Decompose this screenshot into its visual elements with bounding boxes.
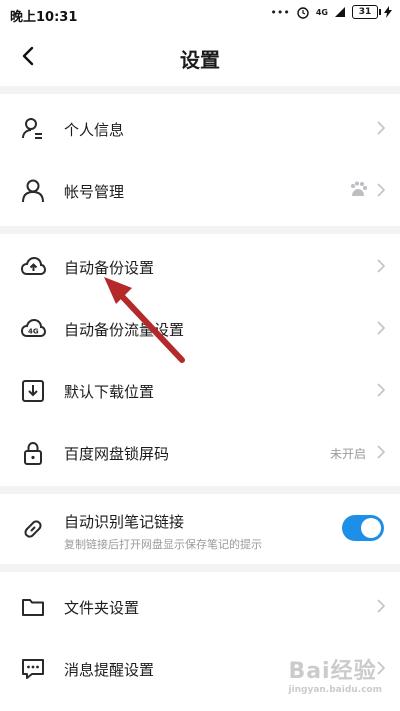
watermark-url: jingyan.baidu.com xyxy=(288,685,382,695)
chevron-right-icon xyxy=(377,599,386,613)
app-header: 设置 xyxy=(0,28,400,86)
more-dots-icon: ••• xyxy=(270,5,290,19)
row-personal-info[interactable]: 个人信息 xyxy=(0,98,400,160)
watermark-text: Bai经验 xyxy=(288,659,377,684)
user-icon xyxy=(22,179,44,203)
chevron-right-icon xyxy=(377,183,386,197)
row-label: 自动备份设置 xyxy=(64,259,155,277)
signal-icon xyxy=(335,7,345,17)
row-label: 帐号管理 xyxy=(64,183,125,201)
link-icon xyxy=(24,520,42,538)
settings-group-notes: 自动识别笔记链接 复制链接后打开网盘显示保存笔记的提示 xyxy=(0,494,400,564)
row-label: 文件夹设置 xyxy=(64,599,140,617)
user-info-icon xyxy=(22,118,42,139)
row-lock-code[interactable]: 百度网盘锁屏码 未开启 xyxy=(0,422,400,484)
chevron-right-icon xyxy=(377,259,386,273)
row-label: 自动识别笔记链接 xyxy=(64,513,185,531)
status-icons: ••• 4G 31 xyxy=(270,5,392,19)
folder-icon xyxy=(22,599,44,616)
section-divider xyxy=(0,486,400,494)
row-label: 百度网盘锁屏码 xyxy=(64,445,170,463)
section-divider xyxy=(0,226,400,234)
note-link-toggle[interactable] xyxy=(342,515,384,541)
status-time: 晚上10:31 xyxy=(10,10,78,25)
cloud-4g-icon: 4G xyxy=(20,318,46,337)
toggle-knob xyxy=(361,518,381,538)
settings-group-account: 个人信息 帐号管理 xyxy=(0,94,400,226)
row-account-management[interactable]: 帐号管理 xyxy=(0,160,400,222)
page-title: 设置 xyxy=(180,48,220,72)
section-divider xyxy=(0,86,400,94)
message-icon xyxy=(22,659,44,679)
battery-icon: 31 xyxy=(352,5,381,19)
chevron-right-icon xyxy=(377,321,386,335)
row-label: 默认下载位置 xyxy=(64,383,155,401)
chevron-right-icon xyxy=(377,383,386,397)
row-folder-settings[interactable]: 文件夹设置 xyxy=(0,576,400,638)
row-note-link: 自动识别笔记链接 复制链接后打开网盘显示保存笔记的提示 xyxy=(0,498,400,560)
row-sublabel: 复制链接后打开网盘显示保存笔记的提示 xyxy=(64,538,262,551)
lock-icon xyxy=(24,441,42,465)
svg-text:4G: 4G xyxy=(28,328,39,336)
section-divider xyxy=(0,564,400,572)
alarm-icon xyxy=(297,7,309,19)
network-type: 4G xyxy=(315,7,328,17)
settings-group-storage: 自动备份设置 4G 自动备份流量设置 默认下载位置 百度网盘锁屏码 未开启 xyxy=(0,234,400,486)
row-label: 个人信息 xyxy=(64,121,125,139)
status-bar: 晚上10:31 ••• 4G 31 xyxy=(0,0,400,28)
row-auto-backup[interactable]: 自动备份设置 xyxy=(0,236,400,298)
row-default-download[interactable]: 默认下载位置 xyxy=(0,360,400,422)
watermark-logo: Bai经验 jingyan.baidu.com xyxy=(288,653,382,695)
row-label: 自动备份流量设置 xyxy=(64,321,185,339)
row-label: 消息提醒设置 xyxy=(64,661,155,679)
lock-status: 未开启 xyxy=(329,447,366,461)
cloud-upload-icon xyxy=(20,256,46,275)
download-icon xyxy=(22,380,44,402)
baidu-paw-icon xyxy=(351,181,367,196)
charging-icon xyxy=(384,6,392,18)
chevron-right-icon xyxy=(377,121,386,135)
chevron-right-icon xyxy=(377,445,386,459)
row-auto-backup-data[interactable]: 4G 自动备份流量设置 xyxy=(0,298,400,360)
